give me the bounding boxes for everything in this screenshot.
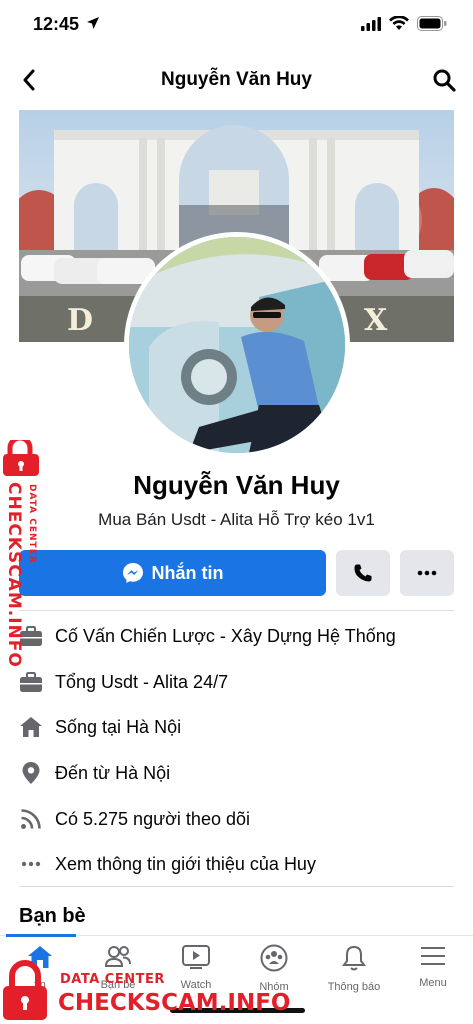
watermark-bottom-small: DATA CENTER bbox=[60, 972, 165, 987]
more-dots-icon bbox=[19, 852, 43, 876]
tab-label: Menu bbox=[419, 977, 447, 989]
call-button[interactable] bbox=[336, 550, 390, 596]
battery-icon bbox=[417, 16, 447, 31]
more-options-button[interactable] bbox=[400, 550, 454, 596]
message-button-label: Nhắn tin bbox=[151, 562, 224, 583]
info-prefix: Đến từ bbox=[55, 762, 116, 783]
info-row-see-about[interactable]: Xem thông tin giới thiệu của Huy bbox=[19, 849, 316, 879]
bell-icon bbox=[342, 945, 366, 971]
divider bbox=[19, 610, 454, 611]
banner-text-left: D bbox=[67, 303, 93, 338]
info-row-work-1: Cố Vấn Chiến Lược - Xây Dựng Hệ Thống bbox=[19, 621, 396, 651]
tab-notifications[interactable]: Thông báo bbox=[314, 944, 394, 993]
status-bar: 12:45 bbox=[0, 0, 473, 50]
watermark-side-small: DATA CENTER bbox=[27, 484, 37, 564]
phone-icon bbox=[354, 564, 372, 582]
info-place[interactable]: Hà Nội bbox=[126, 717, 181, 737]
followers-icon bbox=[19, 807, 43, 831]
lock-icon bbox=[3, 960, 47, 1020]
nav-title: Nguyễn Văn Huy bbox=[161, 69, 312, 90]
watermark-side: CHECKSCAM.INFO DATA CENTER bbox=[0, 435, 48, 670]
status-icons bbox=[361, 16, 447, 31]
signal-icon bbox=[361, 16, 381, 31]
profile-bio: Mua Bán Usdt - Alita Hỗ Trợ kéo 1v1 bbox=[98, 510, 375, 529]
divider bbox=[19, 886, 454, 887]
profile-name: Nguyễn Văn Huy bbox=[133, 470, 340, 500]
location-arrow-icon bbox=[87, 17, 99, 29]
info-text: Xem thông tin giới thiệu của Huy bbox=[55, 853, 316, 874]
wifi-icon bbox=[389, 16, 409, 30]
messenger-icon bbox=[122, 563, 143, 583]
info-place[interactable]: Hà Nội bbox=[115, 763, 170, 783]
info-text: Tổng Usdt - Alita 24/7 bbox=[55, 671, 229, 692]
avatar-image bbox=[129, 237, 345, 453]
info-row-work-2: Tổng Usdt - Alita 24/7 bbox=[19, 667, 228, 697]
info-row-followers: Có 5.275 người theo dõi bbox=[19, 804, 250, 834]
status-time: 12:45 bbox=[33, 14, 80, 34]
tab-label: Thông báo bbox=[327, 981, 381, 993]
search-icon bbox=[433, 69, 456, 92]
nav-bar: Nguyễn Văn Huy bbox=[0, 55, 473, 107]
active-tab-indicator bbox=[6, 934, 76, 937]
briefcase-icon bbox=[19, 670, 43, 694]
location-icon bbox=[19, 761, 43, 785]
watermark-side-big: CHECKSCAM.INFO bbox=[4, 482, 24, 668]
avatar[interactable] bbox=[124, 232, 350, 458]
watermark-bottom-big: CHECKSCAM.INFO bbox=[58, 990, 291, 1016]
info-row-from: Đến từ Hà Nội bbox=[19, 758, 170, 788]
tab-menu[interactable]: Menu bbox=[393, 944, 473, 989]
menu-icon bbox=[421, 947, 445, 965]
info-text: Cố Vấn Chiến Lược - Xây Dựng Hệ Thống bbox=[55, 625, 396, 646]
message-button[interactable]: Nhắn tin bbox=[19, 550, 326, 596]
home-icon bbox=[19, 715, 43, 739]
info-text: Có 5.275 người theo dõi bbox=[55, 808, 250, 829]
info-prefix: Sống tại bbox=[55, 716, 127, 737]
banner-text-right: X bbox=[364, 303, 388, 338]
search-button[interactable] bbox=[429, 65, 459, 95]
watermark-bottom: DATA CENTER CHECKSCAM.INFO bbox=[0, 960, 290, 1024]
info-row-lives-in: Sống tại Hà Nội bbox=[19, 712, 181, 742]
friends-section-title: Bạn bè bbox=[19, 905, 86, 927]
more-dots-icon bbox=[417, 570, 437, 576]
